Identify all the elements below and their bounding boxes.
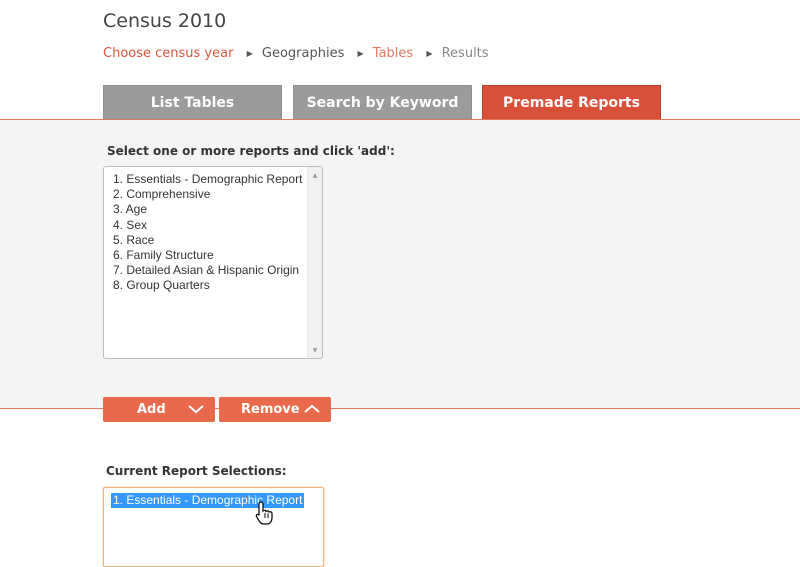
selected-item-text: 1. Essentials - Demographic Report [111,493,305,509]
list-item[interactable]: 5. Race [113,233,322,248]
breadcrumb: Choose census year ▶ Geographies ▶ Table… [103,46,489,61]
list-item[interactable]: 1. Essentials - Demographic Report [113,172,322,187]
tab-search-by-keyword[interactable]: Search by Keyword [293,85,472,119]
tab-list-tables[interactable]: List Tables [103,85,282,119]
hand-cursor-icon [255,501,275,529]
scroll-down-icon[interactable]: ▼ [308,344,322,356]
scroll-up-icon[interactable]: ▲ [308,169,322,181]
scrollbar[interactable]: ▲ ▼ [307,167,322,358]
breadcrumb-geographies[interactable]: Geographies [262,46,344,61]
chevron-down-icon [187,402,205,420]
add-button-label: Add [137,402,166,417]
tab-label: List Tables [150,94,235,111]
list-item[interactable]: 6. Family Structure [113,248,322,263]
list-item[interactable]: 8. Group Quarters [113,278,322,293]
list-item-selected[interactable]: 1. Essentials - Demographic Report [111,493,323,509]
reports-prompt: Select one or more reports and click 'ad… [107,144,395,158]
breadcrumb-results: Results [441,46,489,61]
list-item[interactable]: 7. Detailed Asian & Hispanic Origin [113,263,322,278]
tab-label: Search by Keyword [306,94,459,111]
breadcrumb-tables[interactable]: Tables [373,46,413,61]
tab-label: Premade Reports [503,94,640,111]
chevron-up-icon [303,402,321,420]
list-item[interactable]: 2. Comprehensive [113,187,322,202]
tab-premade-reports[interactable]: Premade Reports [482,85,661,119]
list-item[interactable]: 3. Age [113,202,322,217]
page-title: Census 2010 [103,10,227,32]
breadcrumb-separator-icon: ▶ [246,49,253,58]
list-item[interactable]: 4. Sex [113,218,322,233]
breadcrumb-separator-icon: ▶ [426,49,433,58]
breadcrumb-separator-icon: ▶ [357,49,364,58]
reports-listbox[interactable]: 1. Essentials - Demographic Report 2. Co… [103,166,323,359]
breadcrumb-choose-year[interactable]: Choose census year [103,46,233,61]
add-button[interactable]: Add [103,397,215,422]
remove-button-label: Remove [241,402,300,417]
selections-listbox[interactable]: 1. Essentials - Demographic Report [103,487,324,567]
selections-label: Current Report Selections: [106,464,287,478]
remove-button[interactable]: Remove [219,397,331,422]
